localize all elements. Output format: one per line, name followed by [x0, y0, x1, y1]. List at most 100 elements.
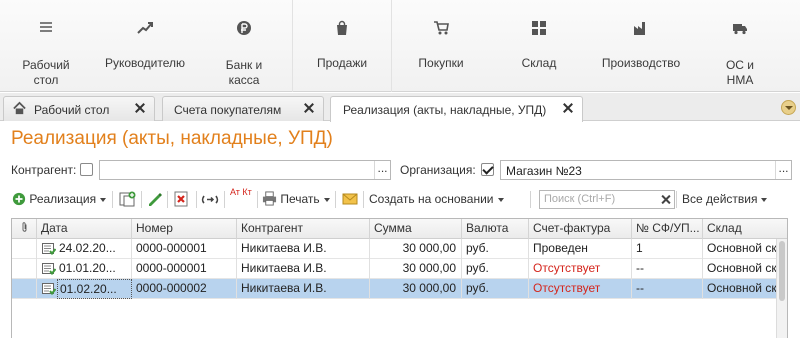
column-header-sum[interactable]: Сумма [370, 219, 462, 239]
counterparty-field[interactable]: ... [99, 160, 391, 180]
toolbar-divider [141, 191, 142, 208]
shopping-cart-icon [434, 21, 449, 35]
section-label: Склад [521, 56, 557, 70]
number-cell: 0000-000002 [132, 279, 237, 299]
section-production[interactable]: Производство [588, 0, 694, 92]
table-row[interactable]: 01.02.20... 0000-000002 Никитаева И.В. 3… [12, 279, 777, 299]
tab-realization[interactable]: Реализация (акты, накладные, УПД) [330, 96, 583, 122]
organization-label: Организация: [400, 163, 476, 177]
organization-checkbox[interactable] [481, 163, 494, 176]
tab-customer-invoices[interactable]: Счета покупателям [162, 96, 324, 121]
section-label: Рабочий стол [22, 58, 70, 87]
counterparty-checkbox[interactable] [80, 163, 93, 176]
tab-desktop[interactable]: Рабочий стол [3, 96, 155, 121]
column-header-currency[interactable]: Валюта [462, 219, 529, 239]
dt-kt-label: Ат Кт [230, 187, 252, 197]
toolbar-divider [335, 191, 336, 208]
section-manager[interactable]: Руководителю [92, 0, 198, 92]
organization-field[interactable]: Магазин №23 ... [500, 160, 792, 180]
invoice-number-cell: 1 [632, 239, 703, 259]
printer-icon [262, 191, 277, 206]
currency-cell: руб. [462, 259, 529, 279]
home-icon [13, 101, 26, 115]
table-row[interactable]: 01.01.20... 0000-000001 Никитаева И.В. 3… [12, 259, 777, 279]
email-icon[interactable] [341, 190, 359, 208]
section-purchases[interactable]: Покупки [392, 0, 490, 92]
tabs-menu-button[interactable] [781, 100, 796, 115]
print-label: Печать [280, 192, 320, 206]
related-documents-icon[interactable] [201, 190, 219, 208]
chevron-down-icon [100, 197, 107, 202]
delete-mark-icon[interactable] [172, 190, 190, 208]
section-sales[interactable]: Продажи [293, 0, 391, 92]
edit-pencil-icon[interactable] [145, 190, 163, 208]
posted-document-icon [42, 243, 56, 255]
close-icon[interactable] [135, 103, 145, 113]
command-bar: Реализация Ат Кт Печать Создать на основ… [0, 187, 800, 211]
section-desktop[interactable]: Рабочий стол [0, 0, 92, 92]
counterparty-cell: Никитаева И.В. [237, 279, 370, 299]
shopping-bag-icon [337, 20, 347, 35]
section-assets[interactable]: ОС и НМА [694, 0, 786, 92]
tab-label: Рабочий стол [34, 103, 110, 117]
page-title: Реализация (акты, накладные, УПД) [11, 128, 333, 149]
organization-select-button[interactable]: ... [775, 161, 791, 179]
invoice-status-cell: Отсутствует [529, 259, 632, 279]
trend-chart-icon [137, 22, 153, 34]
chevron-down-icon [323, 197, 330, 202]
warehouse-cell: Основной склад [707, 261, 777, 275]
scrollbar-thumb[interactable] [779, 241, 785, 301]
chevron-down-icon [497, 197, 504, 202]
column-header-date[interactable]: Дата [37, 219, 132, 239]
date-cell: 01.02.20... [57, 279, 132, 299]
add-icon [12, 192, 26, 206]
create-based-on-button[interactable]: Создать на основании [369, 189, 504, 210]
warehouse-grid-icon [532, 21, 546, 35]
realization-create-button[interactable]: Реализация [12, 189, 107, 210]
table-header: Дата Номер Контрагент Сумма Валюта Счет-… [12, 219, 787, 239]
date-cell: 01.01.20... [57, 259, 132, 279]
column-header-number[interactable]: Номер [132, 219, 237, 239]
truck-icon [733, 24, 747, 35]
column-header-counterparty[interactable]: Контрагент [237, 219, 370, 239]
dt-kt-button[interactable]: Ат Кт [230, 188, 252, 209]
column-header-invoice-number[interactable]: № СФ/УП... [632, 219, 703, 239]
toolbar-divider [224, 191, 225, 208]
factory-icon [634, 22, 645, 35]
section-label: Продажи [316, 56, 368, 70]
currency-cell: руб. [462, 239, 529, 259]
counterparty-cell: Никитаева И.В. [237, 259, 370, 279]
close-icon[interactable] [563, 103, 573, 113]
toolbar-divider [676, 191, 677, 208]
date-cell: 24.02.20... [57, 239, 132, 259]
column-header-invoice[interactable]: Счет-фактура [529, 219, 632, 239]
toolbar-divider [167, 191, 168, 208]
counterparty-select-button[interactable]: ... [374, 161, 390, 179]
copy-add-icon[interactable] [118, 190, 136, 208]
vertical-scrollbar[interactable] [776, 239, 787, 338]
search-input[interactable]: Поиск (Ctrl+F) [539, 190, 675, 209]
clear-icon[interactable] [662, 195, 671, 204]
attachment-cell [12, 239, 37, 259]
section-label: Покупки [418, 56, 464, 70]
close-icon[interactable] [304, 103, 314, 113]
attachment-cell [12, 279, 37, 299]
invoice-number-cell: -- [632, 279, 703, 299]
table-row[interactable]: 24.02.20... 0000-000001 Никитаева И.В. 3… [12, 239, 777, 259]
all-actions-button[interactable]: Все действия [682, 189, 768, 210]
section-warehouse[interactable]: Склад [490, 0, 588, 92]
tab-label: Реализация (акты, накладные, УПД) [343, 103, 547, 117]
toolbar-divider [530, 191, 531, 208]
menu-lines-icon [40, 22, 52, 32]
section-label: Производство [601, 56, 681, 70]
invoice-number-cell: -- [632, 259, 703, 279]
attachment-column-header[interactable] [12, 219, 37, 239]
column-header-warehouse[interactable]: Склад [703, 219, 787, 239]
print-button[interactable]: Печать [262, 189, 330, 210]
section-bank[interactable]: Банк и касса [198, 0, 290, 92]
sections-panel: Рабочий стол Руководителю Банк и касса П… [0, 0, 800, 92]
number-cell: 0000-000001 [132, 259, 237, 279]
counterparty-label: Контрагент: [11, 163, 77, 177]
paperclip-icon [22, 222, 26, 232]
search-placeholder: Поиск (Ctrl+F) [544, 193, 616, 205]
